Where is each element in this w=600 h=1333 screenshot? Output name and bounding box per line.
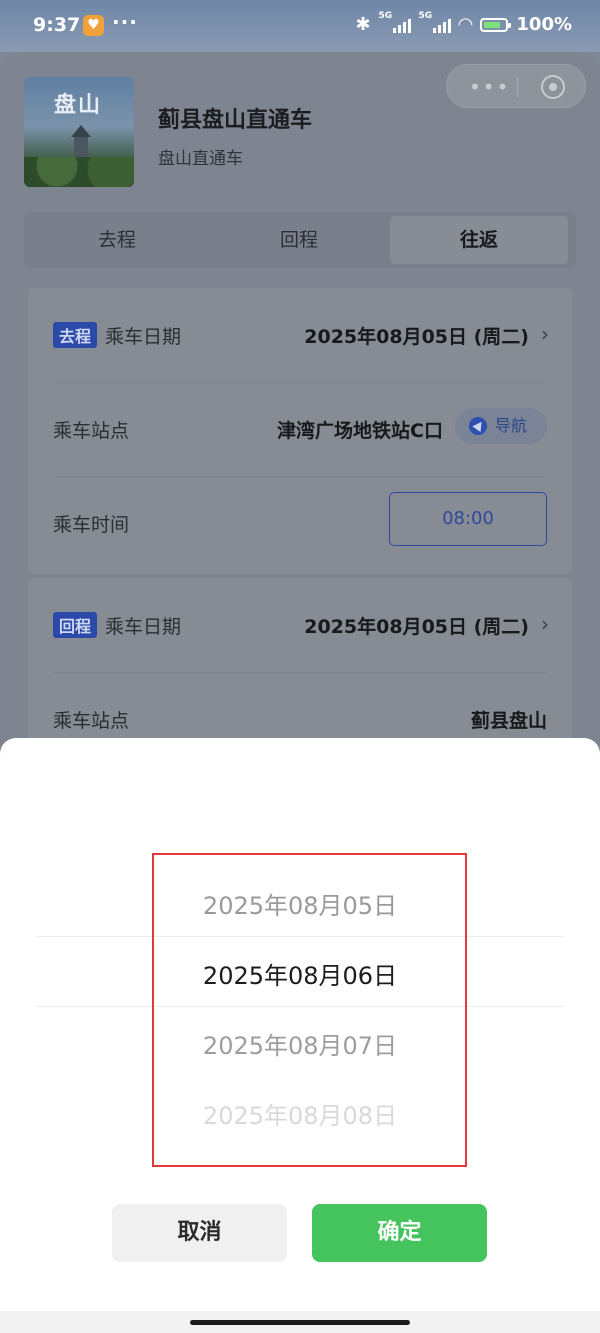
navigation-icon bbox=[469, 417, 487, 435]
picker-highlight-box bbox=[152, 853, 467, 1167]
confirm-button[interactable]: 确定 bbox=[312, 1204, 487, 1262]
outbound-date-value: 2025年08月05日 (周二) bbox=[304, 326, 529, 348]
capsule-more-icon[interactable]: ••• bbox=[469, 75, 510, 99]
outbound-station-value: 津湾广场地铁站C口 bbox=[277, 420, 443, 442]
outbound-station-row: 乘车站点 津湾广场地铁站C口 导航 bbox=[53, 382, 547, 477]
home-indicator[interactable] bbox=[190, 1320, 410, 1325]
route-thumbnail: 盘山 bbox=[24, 77, 134, 187]
return-date-row[interactable]: 回程 乘车日期 2025年08月05日 (周二) › bbox=[53, 578, 549, 673]
tab-outbound[interactable]: 去程 bbox=[28, 216, 206, 264]
wifi-icon: ◠ bbox=[458, 14, 473, 35]
time-option-button[interactable]: 08:00 bbox=[389, 492, 547, 546]
outbound-time-row: 乘车时间 08:00 bbox=[53, 476, 547, 570]
status-bar: 9:37 ♥ ··· ✱ 5G 5G ◠ 100% bbox=[0, 0, 600, 52]
return-date-label: 回程 乘车日期 bbox=[53, 612, 181, 639]
return-station-label: 乘车站点 bbox=[53, 710, 130, 732]
status-time: 9:37 bbox=[33, 14, 81, 36]
outbound-time-label: 乘车时间 bbox=[53, 514, 130, 536]
outbound-station-label: 乘车站点 bbox=[53, 420, 130, 442]
return-date-value: 2025年08月05日 (周二) bbox=[304, 616, 529, 638]
navigate-button[interactable]: 导航 bbox=[455, 408, 547, 444]
miniprogram-capsule[interactable]: ••• bbox=[446, 64, 586, 108]
outbound-badge: 去程 bbox=[53, 322, 98, 348]
status-icons: ✱ 5G 5G ◠ 100% bbox=[355, 11, 572, 36]
cancel-button[interactable]: 取消 bbox=[112, 1204, 287, 1262]
bluetooth-icon: ✱ bbox=[355, 14, 371, 35]
return-badge: 回程 bbox=[53, 612, 98, 638]
home-indicator-area bbox=[0, 1311, 600, 1333]
outbound-date-label: 去程 乘车日期 bbox=[53, 322, 181, 349]
app-notification-icon: ♥ bbox=[83, 15, 104, 36]
capsule-divider bbox=[517, 77, 518, 97]
trees-graphic bbox=[24, 157, 134, 187]
page-title: 蓟县盘山直通车 bbox=[158, 108, 313, 133]
tab-return[interactable]: 回程 bbox=[210, 216, 388, 264]
chevron-right-icon: › bbox=[541, 322, 549, 346]
more-notifications-icon: ··· bbox=[112, 10, 138, 34]
capsule-close-icon[interactable] bbox=[541, 75, 565, 99]
battery-level: 100% bbox=[516, 14, 572, 35]
trip-type-tabs: 去程 回程 往返 bbox=[24, 212, 576, 268]
outbound-card: 去程 乘车日期 2025年08月05日 (周二) › 乘车站点 津湾广场地铁站C口… bbox=[28, 288, 572, 574]
signal-icon-1: 5G bbox=[379, 11, 411, 33]
signal-icon-2: 5G bbox=[419, 11, 451, 33]
page-subtitle: 盘山直通车 bbox=[158, 149, 243, 169]
tab-round-trip[interactable]: 往返 bbox=[390, 216, 568, 264]
outbound-date-row[interactable]: 去程 乘车日期 2025年08月05日 (周二) › bbox=[53, 288, 549, 383]
page-background: ••• 盘山 蓟县盘山直通车 盘山直通车 去程 回程 往返 去程 乘车日期 202… bbox=[0, 52, 600, 818]
battery-icon bbox=[480, 17, 512, 32]
return-station-value: 蓟县盘山 bbox=[470, 710, 547, 732]
chevron-right-icon: › bbox=[541, 612, 549, 636]
thumbnail-text: 盘山 bbox=[54, 92, 103, 118]
date-picker-sheet: 2025年08月05日 2025年08月06日 2025年08月07日 2025… bbox=[0, 738, 600, 1333]
